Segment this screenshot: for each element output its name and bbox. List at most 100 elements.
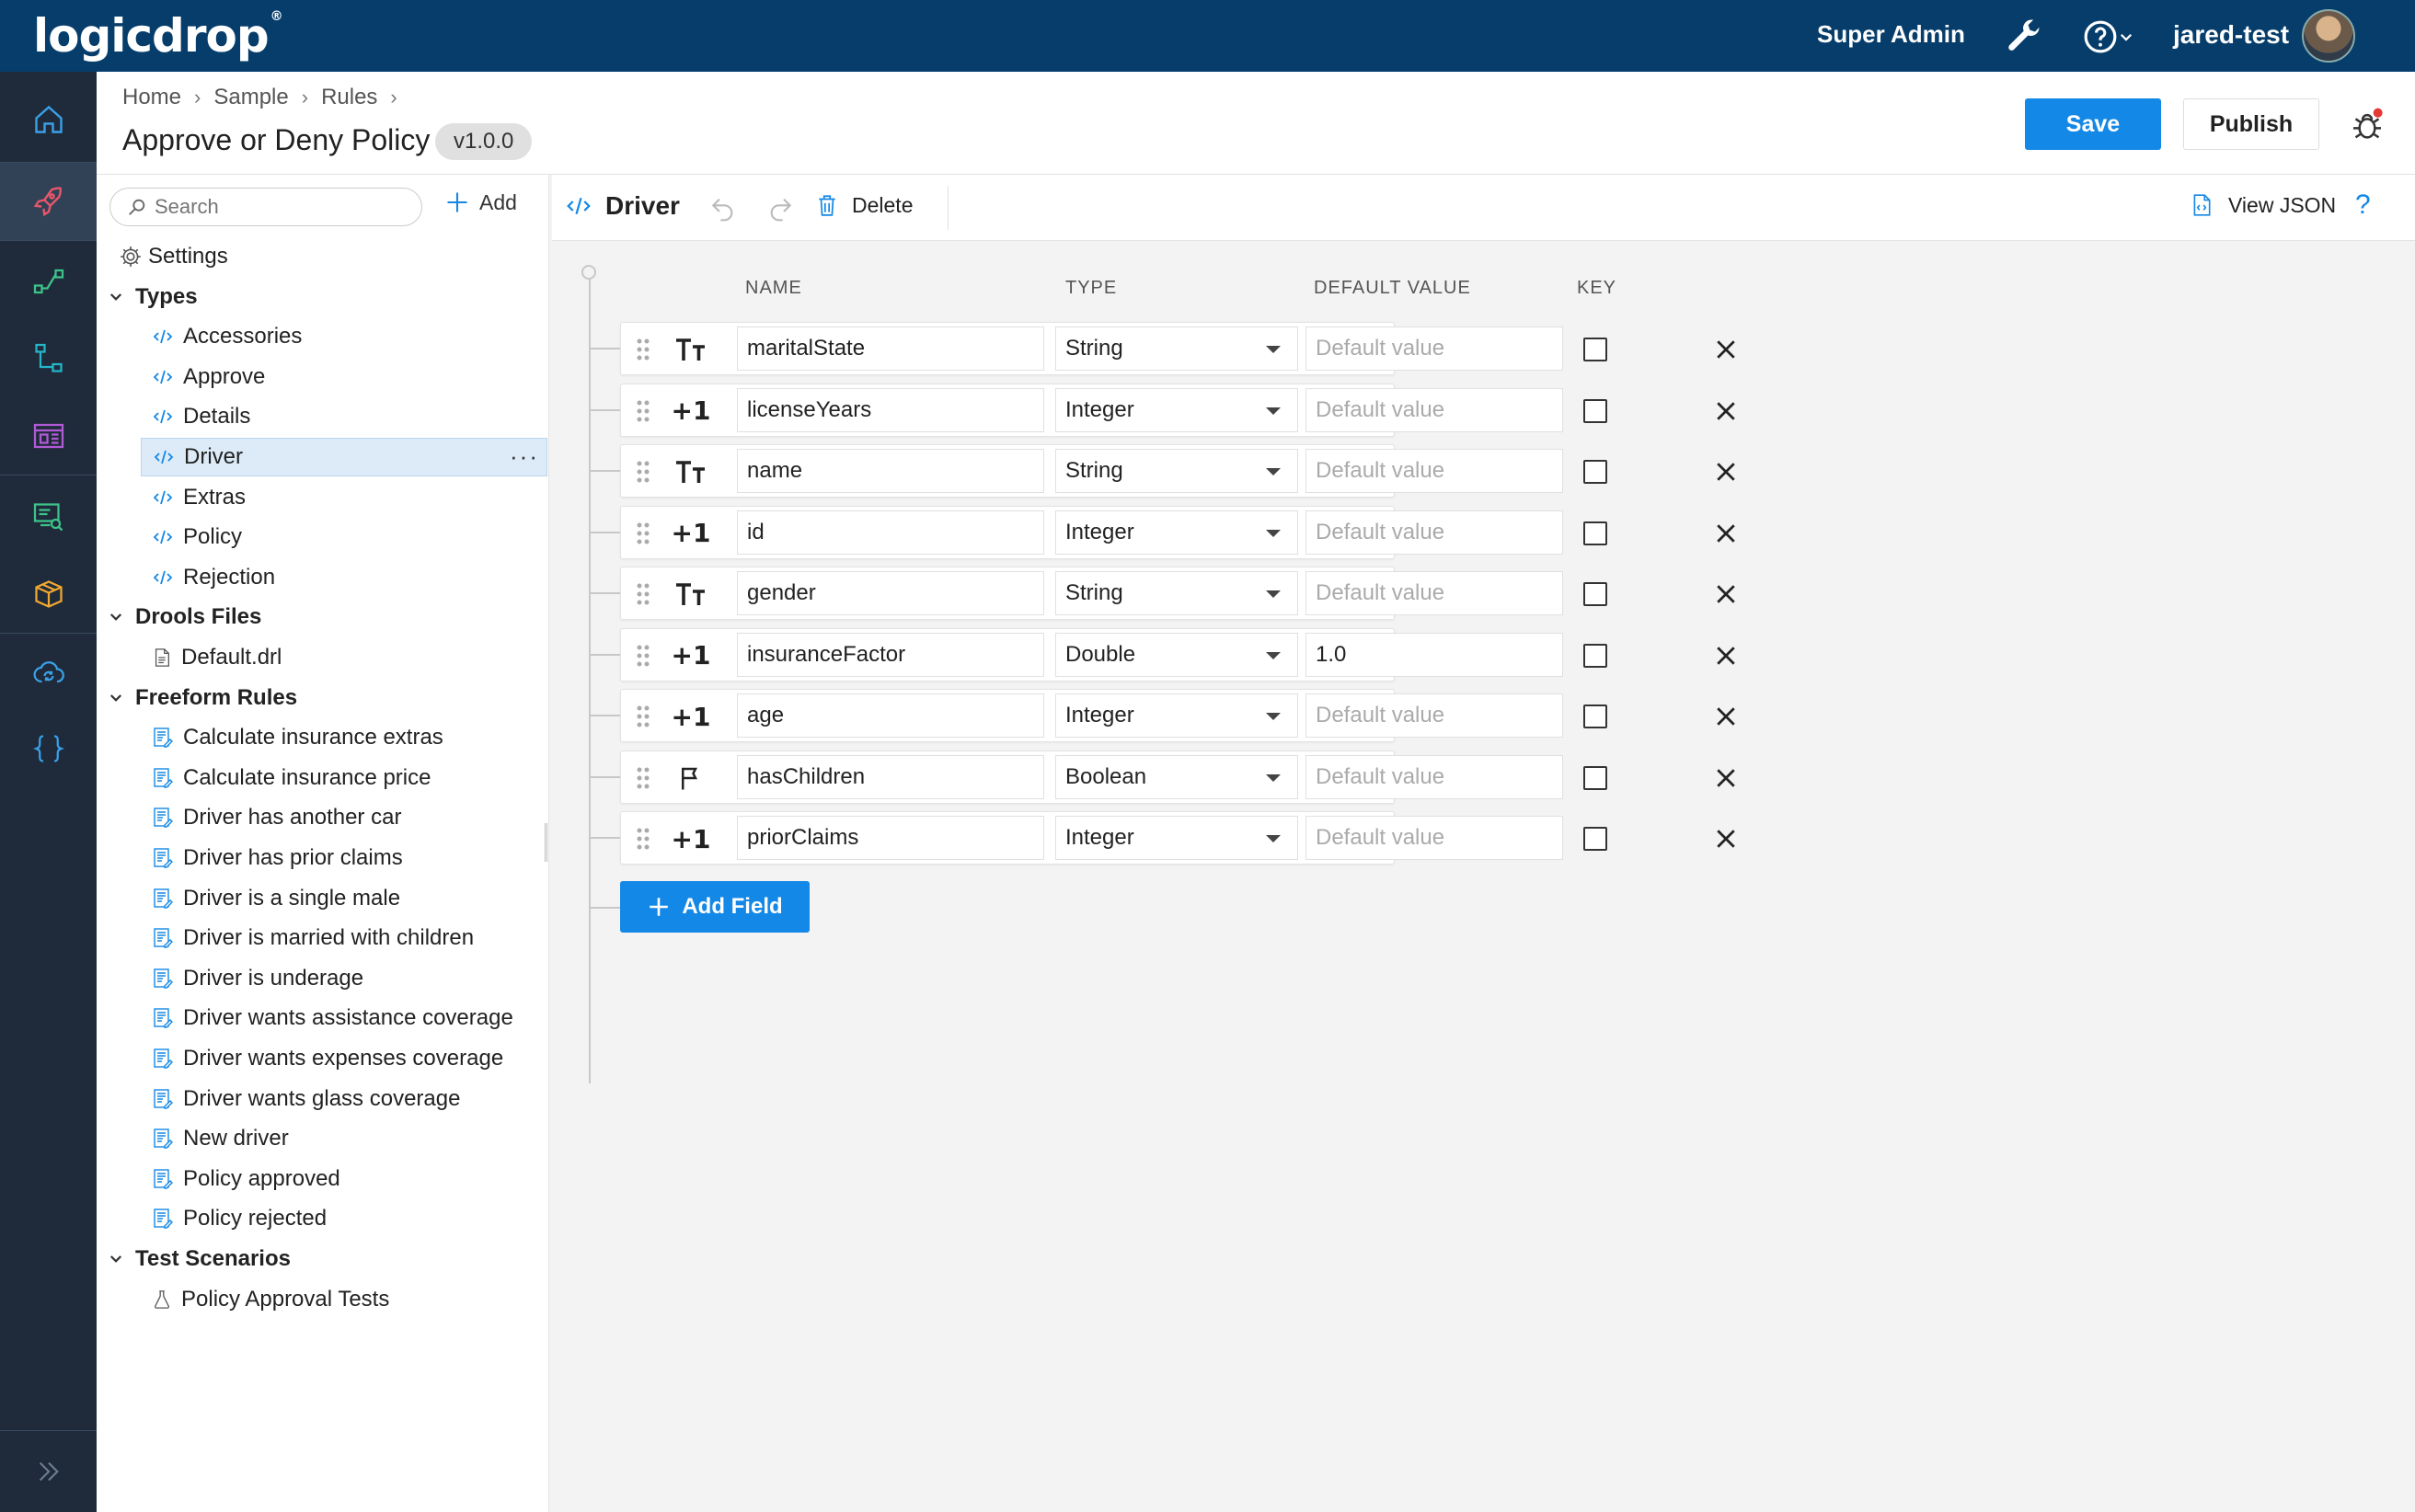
delete-button[interactable]: Delete bbox=[815, 191, 913, 219]
field-name-input[interactable] bbox=[737, 571, 1044, 615]
key-checkbox[interactable] bbox=[1583, 704, 1607, 728]
drag-handle-icon[interactable] bbox=[634, 764, 652, 792]
field-type-select[interactable]: String bbox=[1055, 449, 1298, 493]
close-icon[interactable] bbox=[1712, 580, 1740, 608]
field-name-input[interactable] bbox=[737, 510, 1044, 555]
field-type-select[interactable]: Integer bbox=[1055, 816, 1298, 860]
tree-item-driver-has-prior-claims[interactable]: Driver has prior claims bbox=[97, 839, 549, 877]
tree-item-driver-wants-glass-coverage[interactable]: Driver wants glass coverage bbox=[97, 1080, 549, 1118]
field-name-input[interactable] bbox=[737, 816, 1044, 860]
close-icon[interactable] bbox=[1712, 397, 1740, 425]
add-field-button[interactable]: Add Field bbox=[620, 881, 810, 933]
logo[interactable]: logicdrop ® bbox=[33, 9, 283, 63]
rail-deploy[interactable] bbox=[0, 635, 97, 712]
tree-item-details[interactable]: Details bbox=[97, 397, 549, 436]
close-icon[interactable] bbox=[1712, 458, 1740, 486]
default-value-input[interactable] bbox=[1305, 510, 1563, 555]
search-box[interactable] bbox=[109, 188, 422, 226]
rail-packages[interactable] bbox=[0, 556, 97, 633]
add-button[interactable]: Add bbox=[444, 189, 517, 215]
key-checkbox[interactable] bbox=[1583, 521, 1607, 545]
tree-item-driver-is-married-with-children[interactable]: Driver is married with children bbox=[97, 919, 549, 957]
rail-expand[interactable] bbox=[0, 1433, 97, 1510]
tree-item-extras[interactable]: Extras bbox=[97, 478, 549, 517]
key-checkbox[interactable] bbox=[1583, 398, 1607, 423]
close-icon[interactable] bbox=[1712, 764, 1740, 792]
search-input[interactable] bbox=[155, 195, 394, 219]
save-button[interactable]: Save bbox=[2025, 98, 2161, 150]
role-label[interactable]: Super Admin bbox=[1817, 20, 1965, 49]
field-type-select[interactable]: Integer bbox=[1055, 510, 1298, 555]
tree-item-driver-is-a-single-male[interactable]: Driver is a single male bbox=[97, 879, 549, 918]
close-icon[interactable] bbox=[1712, 703, 1740, 730]
field-type-select[interactable]: Double bbox=[1055, 632, 1298, 677]
rail-rules[interactable] bbox=[0, 163, 97, 240]
key-checkbox[interactable] bbox=[1583, 643, 1607, 668]
rail-monitoring[interactable] bbox=[0, 478, 97, 556]
bug-icon[interactable] bbox=[2349, 107, 2386, 143]
key-checkbox[interactable] bbox=[1583, 765, 1607, 790]
tree-item-driver-is-underage[interactable]: Driver is underage bbox=[97, 959, 549, 998]
redo-icon[interactable] bbox=[765, 193, 795, 223]
default-value-input[interactable] bbox=[1305, 632, 1563, 677]
key-checkbox[interactable] bbox=[1583, 338, 1607, 361]
tree-item-approve[interactable]: Approve bbox=[97, 358, 549, 396]
tree-group-freeform-rules[interactable]: Freeform Rules bbox=[97, 679, 549, 717]
tree-item-driver-has-another-car[interactable]: Driver has another car bbox=[97, 798, 549, 837]
default-value-input[interactable] bbox=[1305, 449, 1563, 493]
help-menu[interactable] bbox=[2083, 18, 2142, 55]
rail-home[interactable] bbox=[0, 81, 97, 158]
field-name-input[interactable] bbox=[737, 632, 1044, 677]
close-icon[interactable] bbox=[1712, 520, 1740, 547]
field-name-input[interactable] bbox=[737, 326, 1044, 371]
tree-item-settings[interactable]: Settings bbox=[97, 237, 549, 276]
rail-api[interactable] bbox=[0, 710, 97, 787]
tree-item-accessories[interactable]: Accessories bbox=[97, 317, 549, 356]
drag-handle-icon[interactable] bbox=[634, 642, 652, 670]
default-value-input[interactable] bbox=[1305, 326, 1563, 371]
key-checkbox[interactable] bbox=[1583, 460, 1607, 484]
publish-button[interactable]: Publish bbox=[2183, 98, 2319, 150]
tree-item-policy-rejected[interactable]: Policy rejected bbox=[97, 1199, 549, 1238]
avatar[interactable] bbox=[2302, 9, 2355, 63]
tree-group-types[interactable]: Types bbox=[97, 278, 549, 316]
wrench-icon[interactable] bbox=[2004, 17, 2044, 57]
drag-handle-icon[interactable] bbox=[634, 397, 652, 425]
drag-handle-icon[interactable] bbox=[634, 336, 652, 363]
field-name-input[interactable] bbox=[737, 387, 1044, 432]
tree-group-drools-files[interactable]: Drools Files bbox=[97, 598, 549, 636]
tree-group-test-scenarios[interactable]: Test Scenarios bbox=[97, 1240, 549, 1278]
tree-item-driver-wants-assistance-coverage[interactable]: Driver wants assistance coverage bbox=[97, 999, 549, 1037]
drag-handle-icon[interactable] bbox=[634, 580, 652, 608]
tree-item-driver[interactable]: Driver ··· bbox=[141, 438, 547, 476]
field-type-select[interactable]: String bbox=[1055, 571, 1298, 615]
breadcrumb-rules[interactable]: Rules bbox=[321, 85, 377, 110]
default-value-input[interactable] bbox=[1305, 571, 1563, 615]
tree-item-default-drl[interactable]: Default.drl bbox=[97, 638, 549, 677]
drag-handle-icon[interactable] bbox=[634, 458, 652, 486]
tree-item-policy-approval-tests[interactable]: Policy Approval Tests bbox=[97, 1280, 549, 1319]
close-icon[interactable] bbox=[1712, 336, 1740, 363]
close-icon[interactable] bbox=[1712, 642, 1740, 670]
field-name-input[interactable] bbox=[737, 693, 1044, 738]
default-value-input[interactable] bbox=[1305, 387, 1563, 432]
default-value-input[interactable] bbox=[1305, 693, 1563, 738]
field-name-input[interactable] bbox=[737, 449, 1044, 493]
tree-item-new-driver[interactable]: New driver bbox=[97, 1119, 549, 1158]
rail-decisions[interactable] bbox=[0, 320, 97, 397]
field-type-select[interactable]: Integer bbox=[1055, 387, 1298, 432]
tree-item-policy-approved[interactable]: Policy approved bbox=[97, 1160, 549, 1198]
close-icon[interactable] bbox=[1712, 825, 1740, 853]
tree-item-rejection[interactable]: Rejection bbox=[97, 558, 549, 597]
item-more-button[interactable]: ··· bbox=[510, 442, 539, 471]
breadcrumb-sample[interactable]: Sample bbox=[213, 85, 288, 110]
key-checkbox[interactable] bbox=[1583, 582, 1607, 606]
breadcrumb-home[interactable]: Home bbox=[122, 85, 181, 110]
field-type-select[interactable]: Integer bbox=[1055, 693, 1298, 738]
default-value-input[interactable] bbox=[1305, 754, 1563, 799]
help-icon[interactable]: ? bbox=[2355, 189, 2371, 221]
panel-resize-handle[interactable] bbox=[545, 823, 547, 862]
field-type-select[interactable]: String bbox=[1055, 326, 1298, 371]
user-name[interactable]: jared-test bbox=[2173, 20, 2289, 50]
tree-item-driver-wants-expenses-coverage[interactable]: Driver wants expenses coverage bbox=[97, 1039, 549, 1078]
